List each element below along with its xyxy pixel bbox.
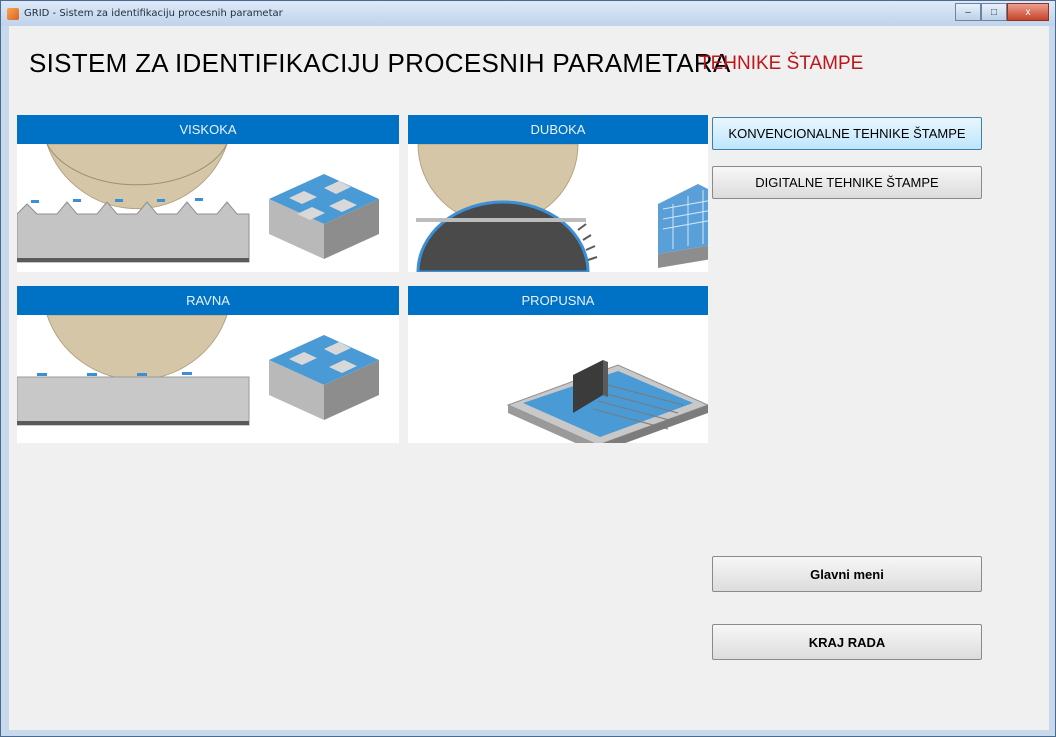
digitalne-tehnike-button[interactable]: DIGITALNE TEHNIKE ŠTAMPE <box>712 166 982 199</box>
title-bar[interactable]: GRID - Sistem za identifikaciju procesni… <box>1 1 1055 26</box>
glavni-meni-button[interactable]: Glavni meni <box>712 556 982 592</box>
screen-print-icon <box>506 360 708 443</box>
duboka-illustration[interactable] <box>408 144 708 272</box>
gravure-print-icon <box>416 144 708 272</box>
panel-header-duboka: DUBOKA <box>408 115 708 144</box>
page-subtitle: TEHNIKE ŠTAMPE <box>699 53 864 74</box>
propusna-illustration[interactable] <box>408 315 708 443</box>
close-button[interactable]: x <box>1007 3 1049 21</box>
viskoka-illustration[interactable] <box>17 144 399 272</box>
ravna-illustration[interactable] <box>17 315 399 443</box>
window-controls: – □ x <box>955 3 1049 21</box>
flat-print-icon <box>17 315 379 426</box>
page-title: SISTEM ZA IDENTIFIKACIJU PROCESNIH PARAM… <box>29 48 731 78</box>
app-icon <box>7 7 19 20</box>
konvencionalne-tehnike-button[interactable]: KONVENCIONALNE TEHNIKE ŠTAMPE <box>712 117 982 150</box>
window-title: GRID - Sistem za identifikaciju procesni… <box>24 8 283 19</box>
app-window: GRID - Sistem za identifikaciju procesni… <box>0 0 1056 737</box>
panel-header-viskoka: VISKOKA <box>17 115 399 144</box>
kraj-rada-button[interactable]: KRAJ RADA <box>712 624 982 660</box>
relief-print-icon <box>17 144 379 263</box>
minimize-button[interactable]: – <box>955 3 981 21</box>
panel-header-propusna: PROPUSNA <box>408 286 708 315</box>
panel-header-ravna: RAVNA <box>17 286 399 315</box>
main-form: SISTEM ZA IDENTIFIKACIJU PROCESNIH PARAM… <box>9 26 1049 730</box>
maximize-button[interactable]: □ <box>981 3 1007 21</box>
